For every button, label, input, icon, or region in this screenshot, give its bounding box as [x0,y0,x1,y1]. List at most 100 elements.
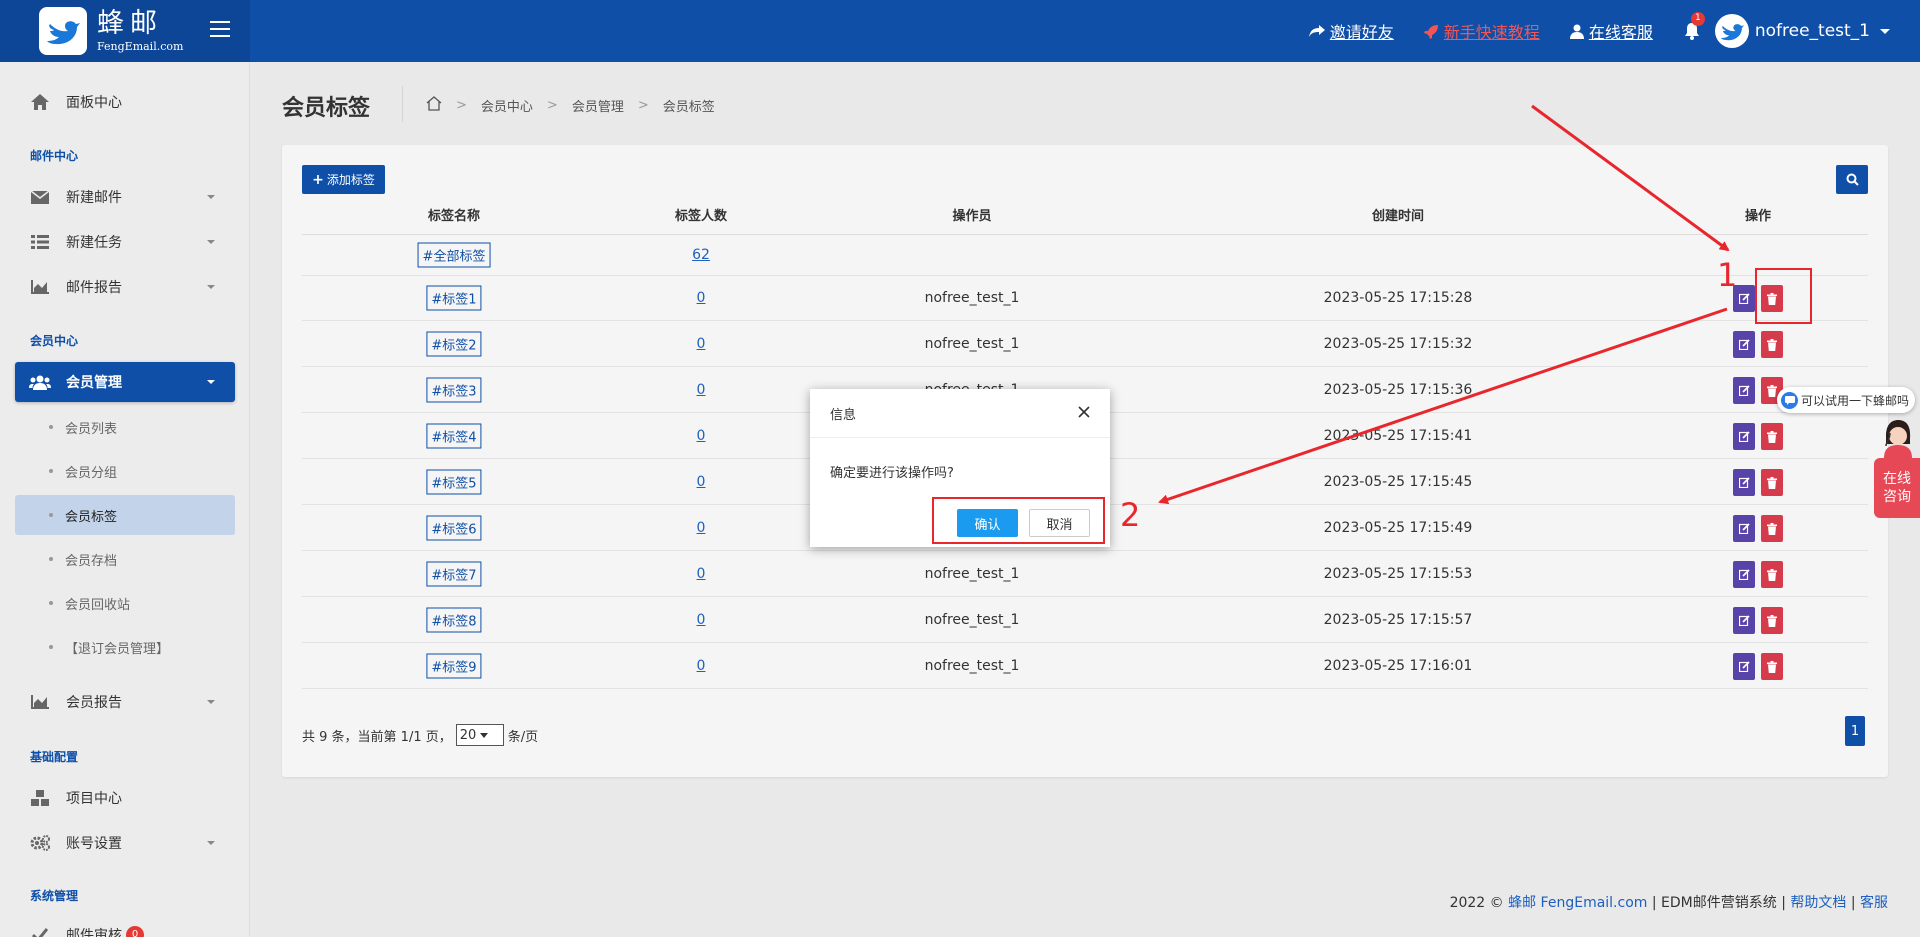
cancel-button[interactable]: 取消 [1029,509,1090,537]
chevron-right-icon: > [456,98,467,113]
tag-count-link[interactable]: 0 [697,382,706,398]
tag-created-time: 2023-05-25 17:15:57 [1323,612,1473,628]
chat-prompt-bubble[interactable]: 可以试用一下蜂邮吗 [1777,387,1915,413]
edit-button[interactable] [1733,377,1755,404]
delete-button[interactable] [1761,515,1783,542]
delete-button[interactable] [1761,469,1783,496]
sidebar-subitem-member-list[interactable]: 会员列表 [15,407,235,447]
tag-count-link[interactable]: 0 [697,336,706,352]
delete-button[interactable] [1761,423,1783,450]
delete-button[interactable] [1761,561,1783,588]
sidebar-subitem-label: 会员标签 [65,509,118,525]
tag-name[interactable]: #标签8 [426,607,482,633]
invite-link[interactable]: 邀请好友 [1308,19,1394,43]
breadcrumb: > 会员中心 > 会员管理 > 会员标签 [426,96,715,115]
row-divider [302,596,1868,597]
footer-help-link[interactable]: 帮助文档 [1790,895,1846,911]
page-title: 会员标签 [282,96,371,121]
edit-button[interactable] [1733,469,1755,496]
breadcrumb-item[interactable]: 会员管理 [572,96,624,115]
tag-count-link[interactable]: 0 [697,658,706,674]
sidebar: 面板中心 邮件中心 新建邮件 新建任务 邮件报告 会员中心 会员管理 会员列表 … [0,62,250,937]
tag-count-link[interactable]: 0 [697,428,706,444]
sidebar-item-member-manage[interactable]: 会员管理 [15,362,235,402]
sidebar-item-member-report[interactable]: 会员报告 [15,682,235,722]
trash-icon [1767,476,1777,489]
edit-button[interactable] [1733,423,1755,450]
sidebar-item-mail-audit[interactable]: 邮件审核 0 [15,915,235,937]
page-size-value: 20 [459,727,477,743]
tag-name[interactable]: #标签2 [426,331,482,357]
edit-button[interactable] [1733,653,1755,680]
tag-all-count-link[interactable]: 62 [692,247,710,263]
sidebar-subitem-member-group[interactable]: 会员分组 [15,451,235,491]
edit-button[interactable] [1733,607,1755,634]
online-consult-widget[interactable]: 在线 咨询 [1874,418,1920,518]
page-size-select[interactable]: 20 [455,724,504,746]
search-button[interactable] [1836,165,1868,194]
edit-button[interactable] [1733,515,1755,542]
trash-icon [1767,568,1777,581]
delete-button[interactable] [1761,285,1783,312]
sidebar-subitem-member-tags[interactable]: 会员标签 [15,495,235,535]
tag-count-link[interactable]: 0 [697,612,706,628]
sidebar-item-mail-report[interactable]: 邮件报告 [15,267,235,307]
sidebar-item-account-settings[interactable]: 账号设置 [15,823,235,863]
support-link[interactable]: 在线客服 [1569,19,1653,43]
close-icon[interactable] [1076,404,1092,420]
footer-brand-link[interactable]: 蜂邮 FengEmail.com [1508,895,1647,911]
tag-name[interactable]: #标签9 [426,653,482,679]
sidebar-item-project-center[interactable]: 项目中心 [15,778,235,818]
edit-button[interactable] [1733,285,1755,312]
home-outline-icon[interactable] [426,96,442,115]
caret-down-icon [207,700,215,704]
tag-created-time: 2023-05-25 17:15:28 [1323,290,1473,306]
online-consult-panel[interactable]: 在线 咨询 [1874,458,1920,518]
brand[interactable]: 蜂邮 FengEmail.com [0,0,250,62]
mail-audit-badge: 0 [126,926,144,937]
tutorial-label: 新手快速教程 [1443,23,1540,42]
tag-name[interactable]: #标签4 [426,423,482,449]
edit-button[interactable] [1733,561,1755,588]
footer-tickets-link[interactable]: 客服 [1860,895,1888,911]
home-icon [29,94,51,110]
page-button-current[interactable]: 1 [1845,716,1865,746]
tag-count-link[interactable]: 0 [697,290,706,306]
tag-name[interactable]: #标签7 [426,561,482,587]
delete-button[interactable] [1761,607,1783,634]
add-tag-button[interactable]: + 添加标签 [302,165,385,194]
sidebar-subitem-member-recycle[interactable]: 会员回收站 [15,583,235,623]
brand-name: 蜂邮 [97,8,163,39]
user-menu[interactable]: nofree_test_1 [1714,14,1890,48]
column-header-count: 标签人数 [674,209,728,224]
plus-icon: + [312,171,324,188]
breadcrumb-item: 会员标签 [662,100,715,115]
tag-name[interactable]: #标签5 [426,469,482,495]
tag-count-link[interactable]: 0 [697,566,706,582]
tag-name[interactable]: #标签1 [426,285,482,311]
menu-toggle-icon[interactable] [210,19,230,39]
tag-name[interactable]: #标签3 [426,377,482,403]
tag-count-link[interactable]: 0 [697,474,706,490]
tag-all[interactable]: #全部标签 [417,242,491,268]
tutorial-link[interactable]: 新手快速教程 [1423,19,1540,43]
support-label: 在线客服 [1588,23,1653,42]
delete-button[interactable] [1761,653,1783,680]
breadcrumb-item[interactable]: 会员中心 [481,96,533,115]
confirm-button[interactable]: 确认 [957,509,1018,537]
sidebar-subitem-unsubscribe[interactable]: 【退订会员管理】 [15,627,235,667]
notification-bell-icon[interactable]: 1 [1683,12,1705,40]
tag-name[interactable]: #标签6 [426,515,482,541]
list-icon [29,235,51,249]
search-icon [1846,173,1859,186]
row-divider [302,688,1868,689]
sidebar-subitem-member-archive[interactable]: 会员存档 [15,539,235,579]
sidebar-item-new-task[interactable]: 新建任务 [15,222,235,262]
tag-count-link[interactable]: 0 [697,520,706,536]
sidebar-item-dashboard[interactable]: 面板中心 [15,82,235,122]
delete-button[interactable] [1761,331,1783,358]
edit-button[interactable] [1733,331,1755,358]
sidebar-item-new-mail[interactable]: 新建邮件 [15,177,235,217]
envelope-icon [29,190,51,204]
sidebar-item-label: 新建邮件 [66,190,122,206]
